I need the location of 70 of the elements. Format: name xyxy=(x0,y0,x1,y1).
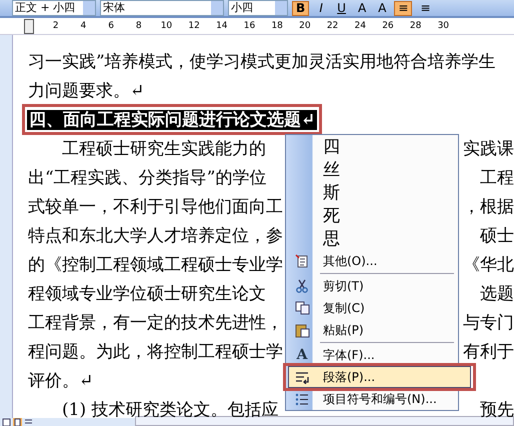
scissors-icon xyxy=(295,279,309,293)
clipboard-icon xyxy=(295,254,309,268)
body-text: ，根据 xyxy=(463,196,514,218)
menu-item[interactable]: 死 xyxy=(288,204,456,227)
font-dropdown[interactable]: 宋体 xyxy=(100,0,224,16)
menu-item[interactable]: 斯 xyxy=(288,181,456,204)
body-text: 实践课 xyxy=(463,138,514,160)
shade-button[interactable]: A xyxy=(374,0,390,16)
italic-button[interactable]: I xyxy=(313,0,330,16)
body-text: 的《控制工程领域工程硕士专业学 xyxy=(28,254,283,276)
body-text: 工程 xyxy=(480,167,514,189)
style-dropdown[interactable]: 正文 + 小四 xyxy=(12,0,96,16)
align-button[interactable]: ≡ xyxy=(394,0,412,16)
menu-item[interactable]: 其他(O)... xyxy=(288,250,456,272)
body-text: 与专门 xyxy=(463,312,514,334)
body-text: (1) 技术研究类论文。包括应 xyxy=(61,399,278,418)
page-view-icon[interactable] xyxy=(13,418,22,426)
ruler-label: 2 xyxy=(52,21,60,31)
menu-item[interactable]: A 字体(F)... xyxy=(288,344,456,366)
body-text: 工程背景，有一定的技术先进性， xyxy=(28,312,283,334)
menu-item[interactable]: 复制(C) xyxy=(288,297,456,319)
body-text: 选题 xyxy=(480,283,514,305)
menu-item[interactable]: 项目符号和编号(N)... xyxy=(288,388,456,410)
body-text: 评价。↵ xyxy=(28,370,94,392)
ruler-label: 22 xyxy=(326,21,339,31)
body-text: 有利于 xyxy=(463,341,514,363)
ruler-label: 8 xyxy=(134,21,143,31)
menu-item[interactable]: 粘贴(P) xyxy=(288,319,456,341)
body-text: 力问题要求。↵ xyxy=(28,80,144,102)
menu-item[interactable]: 丝 xyxy=(288,158,456,181)
ruler-label: 24 xyxy=(354,21,366,31)
indent-marker[interactable] xyxy=(24,18,34,34)
body-text: 程领域专业学位硕士研究生论文 xyxy=(28,283,266,305)
body-text: 工程硕士研究生实践能力的 xyxy=(61,138,266,160)
ruler-label: 4 xyxy=(80,21,88,31)
size-dropdown[interactable]: 小四 xyxy=(228,0,288,16)
body-text: 预先 xyxy=(480,399,514,418)
body-text: 《华北 xyxy=(463,254,514,276)
copy-icon xyxy=(294,301,310,315)
paste-icon xyxy=(294,322,310,338)
ruler-label: 18 xyxy=(271,21,284,31)
menu-item[interactable]: 思 xyxy=(288,227,456,250)
ruler-label: 12 xyxy=(188,21,200,31)
menu-item[interactable]: 四 xyxy=(288,135,456,158)
menu-item[interactable]: 剪切(T) xyxy=(288,275,456,297)
font-icon: A xyxy=(296,347,308,363)
body-text: 程问题。为此，将控制工程硕士学 xyxy=(28,341,283,363)
border-button[interactable]: A xyxy=(354,0,370,16)
menu-item[interactable]: 段落(P)... xyxy=(288,366,471,388)
underline-button[interactable]: U xyxy=(333,0,350,16)
body-text: 硕士 xyxy=(480,225,514,247)
body-text: 特点和东北大学人才培养定位，参 xyxy=(28,225,283,247)
horizontal-scrollbar[interactable] xyxy=(135,416,514,426)
paragraph-icon xyxy=(294,370,310,384)
ruler-label: 10 xyxy=(160,21,172,31)
ruler-label: 28 xyxy=(410,21,422,31)
ruler-label: 16 xyxy=(244,21,256,31)
ruler-label: 14 xyxy=(216,21,228,31)
outline-view-icon[interactable] xyxy=(24,418,33,426)
ruler-label: 6 xyxy=(107,21,115,31)
body-text: 习一实践”培养模式，使学习模式更加灵活实用地符合培养学生 xyxy=(28,51,496,73)
body-text: 式较单一，不利于引导他们面向工 xyxy=(28,196,283,218)
selected-heading: 四、面向工程实际问题进行论文选题↵ xyxy=(27,110,318,130)
ruler-label: 20 xyxy=(298,21,311,31)
body-text: 出“工程实践、分类指导”的学位 xyxy=(28,167,266,189)
ruler-label: 30 xyxy=(437,21,450,31)
ruler-label: 26 xyxy=(382,21,394,31)
align-button[interactable]: ≡ xyxy=(416,0,435,16)
bullet-list-icon xyxy=(295,392,309,406)
bold-button[interactable]: B xyxy=(292,0,310,16)
